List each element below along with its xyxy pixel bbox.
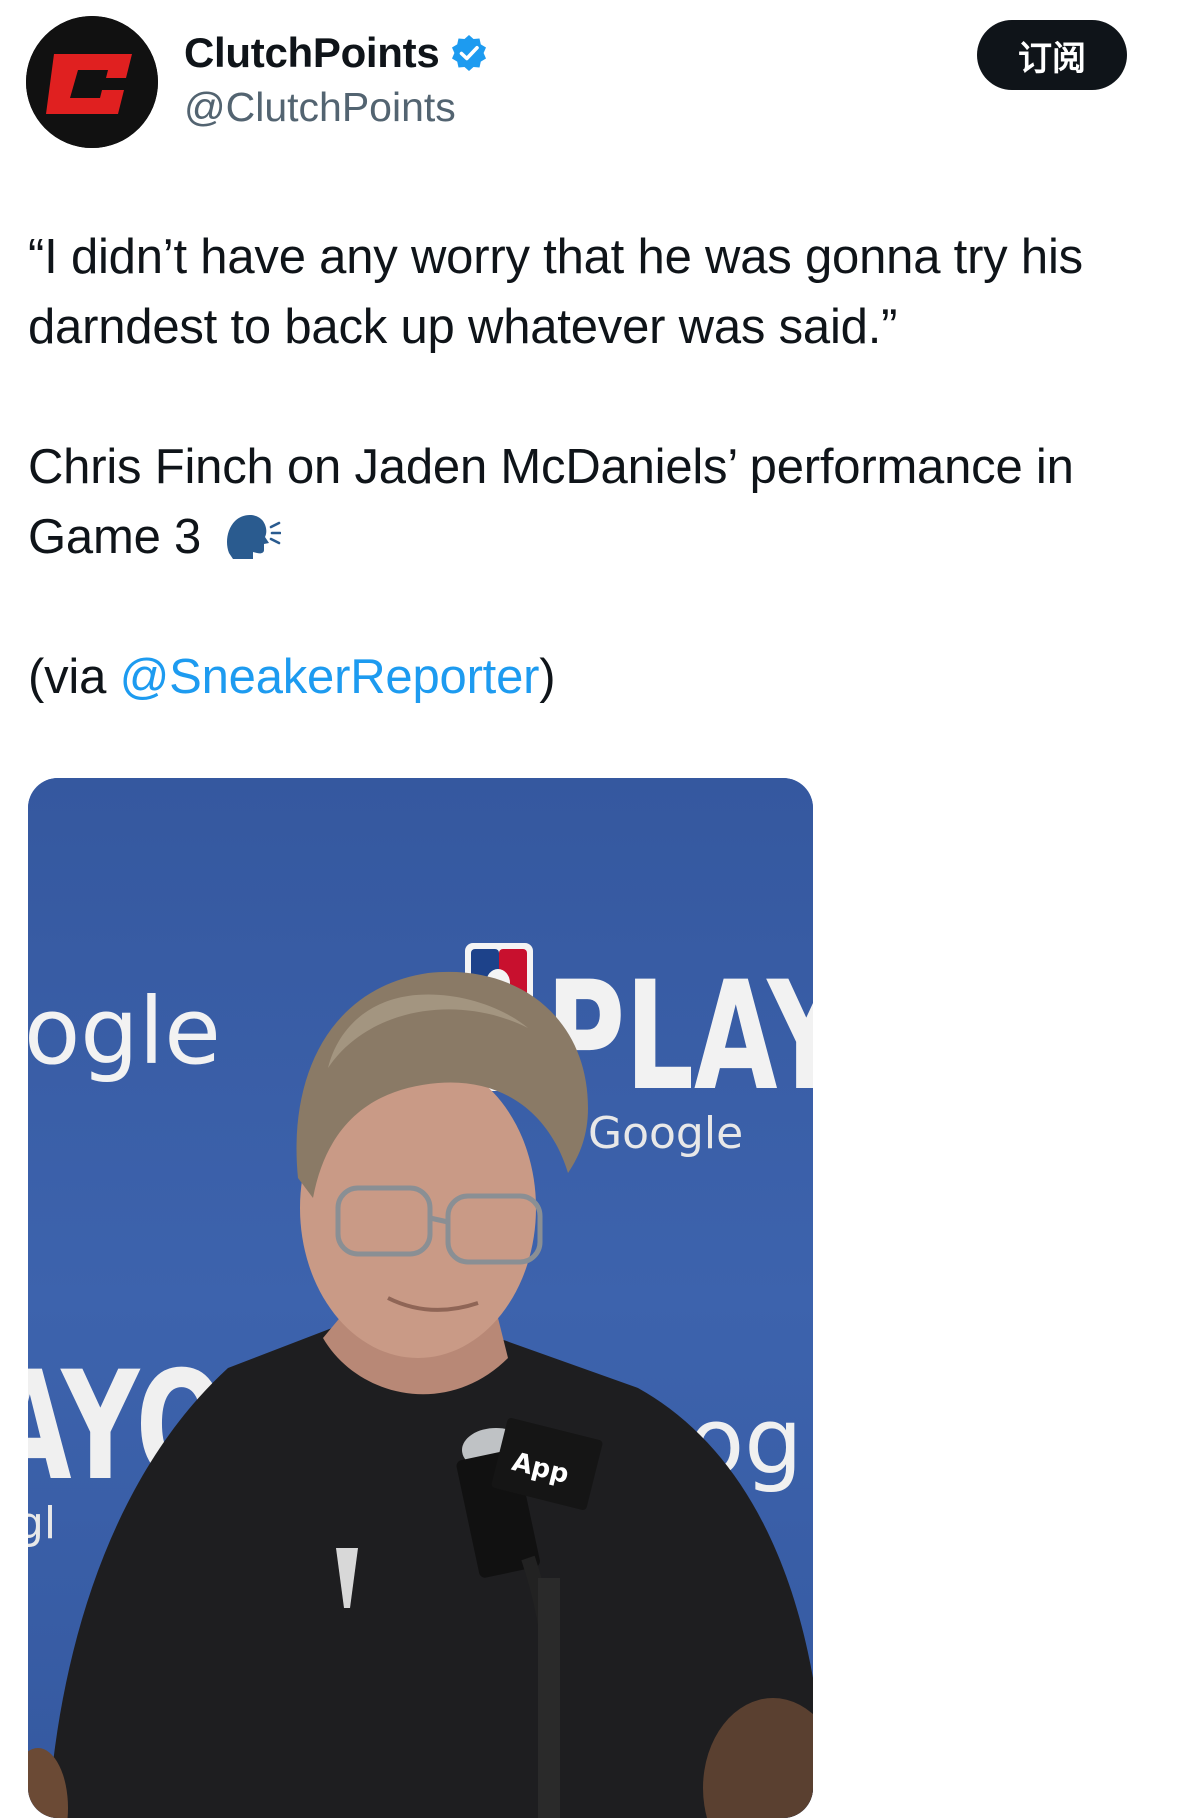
- account-name-block[interactable]: ClutchPoints @ClutchPoints: [184, 26, 489, 131]
- tweet-header: ClutchPoints @ClutchPoints 订阅: [0, 0, 1179, 170]
- tweet-context-line1: Chris Finch on Jaden McDaniels’ performa…: [28, 440, 1074, 494]
- speaking-head-icon: [221, 507, 281, 563]
- clutchpoints-logo-icon[interactable]: [26, 16, 158, 148]
- tweet-media-video[interactable]: ogle PLAYO Google AYO gl og: [28, 778, 813, 1818]
- tweet-via: (via @SneakerReporter): [28, 642, 1158, 712]
- tweet-quote: “I didn’t have any worry that he was gon…: [28, 230, 1083, 354]
- backdrop-google-left-small: gl: [28, 1498, 56, 1549]
- account-handle[interactable]: @ClutchPoints: [184, 84, 489, 131]
- backdrop-google-small: Google: [588, 1108, 743, 1159]
- via-prefix: (via: [28, 650, 120, 704]
- display-name[interactable]: ClutchPoints: [184, 29, 440, 77]
- tweet-context: Chris Finch on Jaden McDaniels’ performa…: [28, 432, 1158, 572]
- tweet-body: “I didn’t have any worry that he was gon…: [28, 222, 1158, 712]
- tweet-context-line2: Game 3: [28, 510, 202, 564]
- verified-badge-icon: [449, 33, 489, 73]
- backdrop-google-left: ogle: [28, 978, 221, 1085]
- avatar-logo-svg: [26, 16, 158, 148]
- mention-link-sneakerreporter[interactable]: @SneakerReporter: [120, 650, 540, 704]
- subscribe-button[interactable]: 订阅: [977, 20, 1127, 90]
- via-suffix: ): [539, 650, 556, 704]
- media-still-svg: ogle PLAYO Google AYO gl og: [28, 778, 813, 1818]
